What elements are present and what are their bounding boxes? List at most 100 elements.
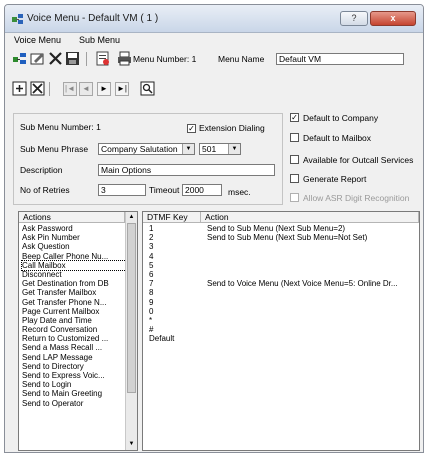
action-list-item[interactable]: Send to Operator: [22, 399, 126, 408]
menu-number-label: Menu Number: 1: [133, 54, 197, 64]
phrase-code-select[interactable]: 501 ▼: [199, 143, 241, 155]
new-menu-icon[interactable]: [12, 51, 27, 66]
timeout-input[interactable]: 2000: [182, 184, 222, 196]
retries-input[interactable]: 3: [98, 184, 146, 196]
extension-dialing-checkbox[interactable]: ✓: [187, 124, 196, 133]
dtmf-key-cell[interactable]: 9: [149, 298, 199, 307]
scroll-thumb[interactable]: [127, 223, 136, 393]
actions-scrollbar[interactable]: ▲ ▼: [125, 212, 137, 450]
dtmf-action-cell[interactable]: [207, 252, 419, 261]
dtmf-key-cell[interactable]: Default: [149, 334, 199, 343]
sub-menu-settings-group: Sub Menu Number: 1 ✓ Extension Dialing S…: [13, 113, 283, 205]
menu-sub-menu[interactable]: Sub Menu: [79, 35, 120, 45]
action-list-item[interactable]: Play Date and Time: [22, 316, 126, 325]
dtmf-action-cell[interactable]: [207, 288, 419, 297]
properties-icon[interactable]: [95, 51, 110, 66]
dtmf-key-cell[interactable]: 7: [149, 279, 199, 288]
default-to-company-checkbox[interactable]: ✓: [290, 113, 299, 122]
print-icon[interactable]: [117, 51, 132, 66]
dtmf-action-cell[interactable]: [207, 307, 419, 316]
action-list-item[interactable]: Disconnect: [22, 270, 126, 279]
add-submenu-icon[interactable]: [12, 81, 27, 96]
dtmf-action-cell[interactable]: [207, 316, 419, 325]
sub-menu-phrase-label: Sub Menu Phrase: [20, 144, 89, 154]
dtmf-action-cell[interactable]: Send to Sub Menu (Next Sub Menu=2): [207, 224, 419, 233]
delete-submenu-icon[interactable]: [30, 81, 45, 96]
dtmf-key-cell[interactable]: 8: [149, 288, 199, 297]
close-button[interactable]: x: [370, 11, 416, 26]
asr-digit-recognition-checkbox[interactable]: [290, 193, 299, 202]
description-label: Description: [20, 165, 63, 175]
scroll-up-icon[interactable]: ▲: [126, 212, 137, 223]
menu-voice-menu[interactable]: Voice Menu: [14, 35, 61, 45]
dtmf-key-cell[interactable]: 3: [149, 242, 199, 251]
previous-submenu-button[interactable]: ◄: [79, 82, 93, 96]
action-list-item[interactable]: Call Mailbox: [21, 259, 127, 271]
action-list-item[interactable]: Record Conversation: [22, 325, 126, 334]
dtmf-key-cell[interactable]: 0: [149, 307, 199, 316]
action-list-item[interactable]: Send to Directory: [22, 362, 126, 371]
dtmf-action-cell[interactable]: [207, 334, 419, 343]
dtmf-key-cell[interactable]: 5: [149, 261, 199, 270]
sub-menu-phrase-value: Company Salutation: [101, 144, 178, 154]
action-list-item[interactable]: Get Destination from DB: [22, 279, 126, 288]
action-list-item[interactable]: Ask Password: [22, 224, 126, 233]
action-header[interactable]: Action: [201, 212, 419, 223]
dtmf-action-cell[interactable]: [207, 298, 419, 307]
dtmf-key-cell[interactable]: 4: [149, 252, 199, 261]
dtmf-table: DTMF Key Action 1 2 3 4 5 6 7 8 9 0 * # Default Send…: [142, 211, 420, 451]
outcall-services-label: Available for Outcall Services: [303, 155, 414, 165]
action-list-item[interactable]: Send a Mass Recall ...: [22, 343, 126, 352]
action-list-item[interactable]: Beep Caller Phone Nu...: [22, 252, 126, 261]
action-list-item[interactable]: Send LAP Message: [22, 353, 126, 362]
actions-list[interactable]: Actions Ask Password Ask Pin Number Ask Qu…: [18, 211, 138, 451]
dtmf-action-cell[interactable]: [207, 261, 419, 270]
menu-name-input[interactable]: Default VM: [276, 53, 404, 65]
toolbar-separator: [49, 82, 50, 96]
dtmf-key-cell[interactable]: 6: [149, 270, 199, 279]
first-submenu-button[interactable]: |◄: [63, 82, 77, 96]
next-submenu-button[interactable]: ►: [97, 82, 111, 96]
action-list-item[interactable]: Get Transfer Phone N...: [22, 298, 126, 307]
action-list-item[interactable]: Ask Question: [22, 242, 126, 251]
dtmf-action-cell[interactable]: [207, 325, 419, 334]
save-icon[interactable]: [65, 51, 80, 66]
description-input[interactable]: Main Options: [98, 164, 275, 176]
action-list-item[interactable]: Return to Customized ...: [22, 334, 126, 343]
action-list-item[interactable]: Ask Pin Number: [22, 233, 126, 242]
action-list-item[interactable]: Page Current Mailbox: [22, 307, 126, 316]
default-to-mailbox-checkbox[interactable]: [290, 133, 299, 142]
sub-menu-number-label: Sub Menu Number: 1: [20, 122, 101, 132]
check-icon: ✓: [291, 113, 298, 122]
dtmf-key-header[interactable]: DTMF Key: [143, 212, 201, 223]
dtmf-key-cell[interactable]: 1: [149, 224, 199, 233]
generate-report-checkbox[interactable]: [290, 174, 299, 183]
preview-icon[interactable]: [140, 81, 155, 96]
sub-menu-phrase-select[interactable]: Company Salutation ▼: [98, 143, 195, 155]
dropdown-arrow-icon: ▼: [228, 144, 240, 154]
action-list-item[interactable]: Send to Express Voic...: [22, 371, 126, 380]
scroll-down-icon[interactable]: ▼: [126, 439, 137, 450]
dtmf-key-cell[interactable]: *: [149, 316, 199, 325]
dtmf-keys-column: 1 2 3 4 5 6 7 8 9 0 * # Default: [149, 224, 199, 343]
actions-header[interactable]: Actions: [19, 212, 125, 223]
voice-menu-window: Voice Menu - Default VM ( 1 ) ? x Voice …: [4, 4, 424, 453]
dtmf-action-cell[interactable]: [207, 242, 419, 251]
timeout-label: Timeout: [149, 185, 180, 195]
help-button[interactable]: ?: [340, 11, 368, 26]
dtmf-key-cell[interactable]: #: [149, 325, 199, 334]
outcall-services-checkbox[interactable]: [290, 155, 299, 164]
dtmf-action-cell[interactable]: Send to Sub Menu (Next Sub Menu=Not Set): [207, 233, 419, 242]
dtmf-key-cell[interactable]: 2: [149, 233, 199, 242]
action-list-item[interactable]: Send to Login: [22, 380, 126, 389]
action-list-item[interactable]: Get Transfer Mailbox: [22, 288, 126, 297]
last-submenu-button[interactable]: ►|: [115, 82, 129, 96]
default-to-company-label: Default to Company: [303, 113, 379, 123]
edit-icon[interactable]: [30, 51, 45, 66]
toolbar-separator: [86, 52, 87, 66]
dtmf-action-cell[interactable]: [207, 270, 419, 279]
action-list-item[interactable]: Send to Main Greeting: [22, 389, 126, 398]
dtmf-action-cell[interactable]: Send to Voice Menu (Next Voice Menu=5: O…: [207, 279, 419, 288]
asr-digit-recognition-label: Allow ASR Digit Recognition: [303, 193, 410, 203]
delete-icon[interactable]: [48, 51, 63, 66]
